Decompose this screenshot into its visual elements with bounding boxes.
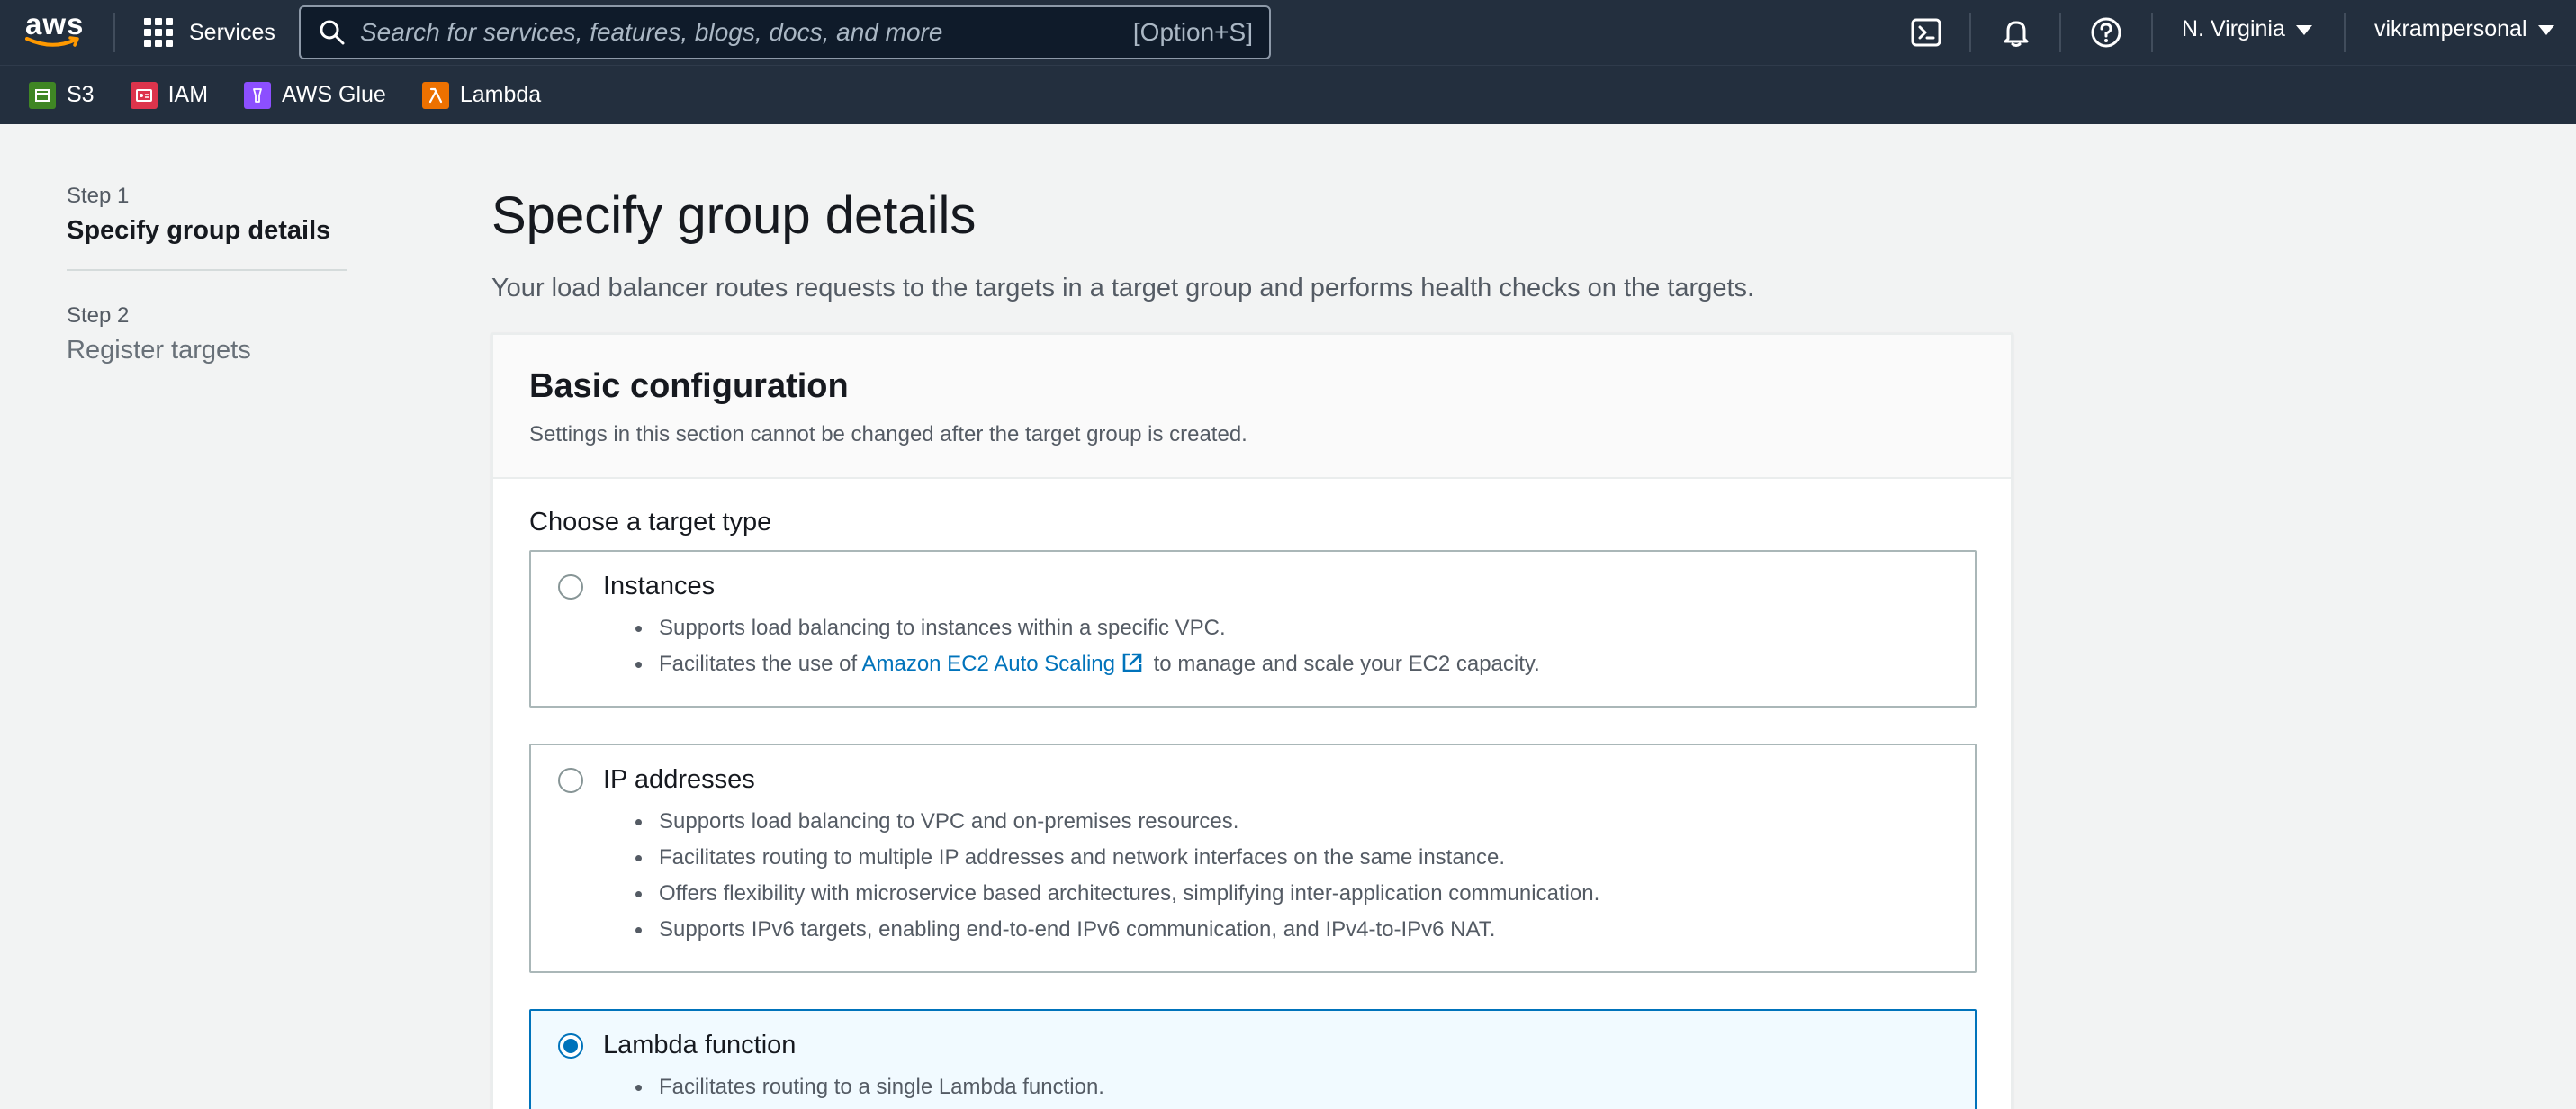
basic-configuration-panel: Basic configuration Settings in this sec… xyxy=(491,333,2013,1109)
step-divider xyxy=(67,269,347,271)
tile-bullets: Supports load balancing to VPC and on-pr… xyxy=(635,804,1948,948)
help-icon[interactable] xyxy=(2088,14,2124,50)
global-search[interactable]: [Option+S] xyxy=(299,5,1271,59)
search-icon xyxy=(320,20,345,45)
region-selector[interactable]: N. Virginia xyxy=(2182,16,2312,42)
ec2-auto-scaling-link[interactable]: Amazon EC2 Auto Scaling xyxy=(861,652,1115,676)
bullet-text: Facilitates the use of xyxy=(659,652,858,676)
favorite-iam[interactable]: IAM xyxy=(130,81,209,109)
aws-logo[interactable]: aws xyxy=(25,7,85,52)
account-name: vikrampersonal xyxy=(2374,16,2527,41)
favorite-lambda[interactable]: Lambda xyxy=(421,81,542,109)
iam-icon xyxy=(130,81,158,109)
external-link-icon[interactable] xyxy=(1121,651,1144,674)
notifications-bell-icon[interactable] xyxy=(1998,14,2034,50)
ip-addresses-radio[interactable] xyxy=(558,767,583,793)
chevron-down-icon xyxy=(2295,25,2312,35)
services-grid-icon xyxy=(144,18,173,47)
tile-title: Instances xyxy=(603,572,716,600)
search-input[interactable] xyxy=(360,18,1133,47)
panel-header: Basic configuration Settings in this sec… xyxy=(493,335,2011,479)
search-shortcut-hint: [Option+S] xyxy=(1132,18,1253,46)
step-1-title: Specify group details xyxy=(67,216,331,245)
target-type-label: Choose a target type xyxy=(529,508,772,536)
main-content: Specify group details Your load balancer… xyxy=(491,180,2013,303)
step-1-label: Step 1 xyxy=(67,184,130,208)
page-title: Specify group details xyxy=(491,186,977,245)
tile-bullets: Supports load balancing to instances wit… xyxy=(635,610,1948,682)
target-type-lambda-function-tile[interactable]: Lambda function Facilitates routing to a… xyxy=(529,1009,1977,1109)
nav-divider xyxy=(2344,13,2346,52)
glue-icon xyxy=(244,81,272,109)
tile-title: IP addresses xyxy=(603,765,755,794)
account-menu[interactable]: vikrampersonal xyxy=(2374,16,2554,42)
tile-bullet: Facilitates routing to multiple IP addre… xyxy=(635,840,1948,876)
chevron-down-icon xyxy=(2537,25,2554,35)
target-type-instances-tile[interactable]: Instances Supports load balancing to ins… xyxy=(529,550,1977,708)
services-menu-button[interactable]: Services xyxy=(144,14,275,50)
favorite-label: IAM xyxy=(167,82,209,107)
panel-subtitle: Settings in this section cannot be chang… xyxy=(529,422,1247,446)
nav-divider xyxy=(113,13,115,52)
bullet-text: to manage and scale your EC2 capacity. xyxy=(1153,652,1540,676)
favorite-label: S3 xyxy=(67,82,95,107)
tile-bullet: Supports load balancing to VPC and on-pr… xyxy=(635,804,1948,840)
region-label: N. Virginia xyxy=(2182,16,2285,41)
favorite-s3[interactable]: S3 xyxy=(29,81,95,109)
nav-divider xyxy=(1969,13,1971,52)
nav-divider xyxy=(2059,13,2061,52)
favorite-aws-glue[interactable]: AWS Glue xyxy=(244,81,386,109)
page-description: Your load balancer routes requests to th… xyxy=(491,274,1755,302)
services-label: Services xyxy=(189,19,275,45)
top-navigation: aws Services [Option+S] xyxy=(0,0,2576,65)
cloudshell-icon[interactable] xyxy=(1908,14,1944,50)
target-type-ip-addresses-tile[interactable]: IP addresses Supports load balancing to … xyxy=(529,744,1977,973)
tile-title: Lambda function xyxy=(603,1031,797,1059)
lambda-icon xyxy=(421,81,449,109)
step-2-label: Step 2 xyxy=(67,303,130,328)
panel-body: Choose a target type Instances Supports … xyxy=(493,479,2011,1109)
s3-icon xyxy=(29,81,56,109)
lambda-function-radio[interactable] xyxy=(558,1032,583,1059)
favorite-label: AWS Glue xyxy=(282,82,386,107)
tile-bullet: Offers flexibility with microservice bas… xyxy=(635,876,1948,912)
panel-title: Basic configuration xyxy=(529,367,849,405)
instances-radio[interactable] xyxy=(558,573,583,600)
nav-divider xyxy=(2151,13,2153,52)
tile-bullet: Facilitates routing to a single Lambda f… xyxy=(635,1069,1948,1105)
tile-bullet: Supports load balancing to instances wit… xyxy=(635,610,1948,646)
favorite-label: Lambda xyxy=(459,82,542,107)
tile-bullet: Facilitates the use of Amazon EC2 Auto S… xyxy=(635,646,1948,682)
tile-bullet: Supports IPv6 targets, enabling end-to-e… xyxy=(635,912,1948,948)
tile-bullets: Facilitates routing to a single Lambda f… xyxy=(635,1069,1948,1105)
wizard-steps: Step 1 Specify group details Step 2 Regi… xyxy=(67,184,347,365)
favorites-bar: S3 IAM AWS Glue Lambda xyxy=(0,65,2576,124)
step-2-title[interactable]: Register targets xyxy=(67,336,347,365)
aws-logo-text: aws xyxy=(25,7,85,41)
